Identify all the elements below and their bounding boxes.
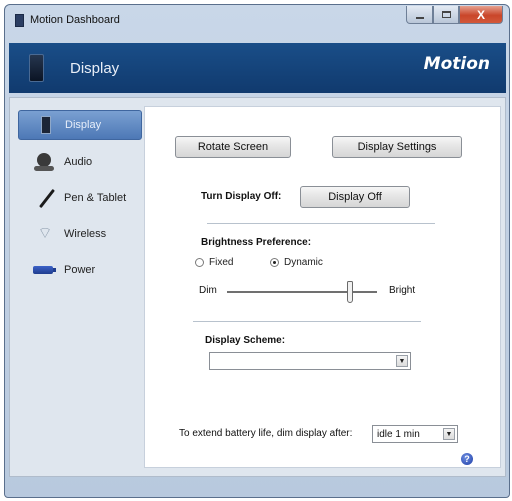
slider-dim-label: Dim: [199, 285, 217, 296]
brightness-slider-thumb[interactable]: [347, 281, 353, 303]
chevron-down-icon: ▼: [443, 428, 455, 440]
pen-icon: [32, 188, 58, 209]
minimize-icon: [415, 16, 424, 19]
radio-dynamic[interactable]: Dynamic: [270, 257, 323, 268]
title-bar: Motion Dashboard X: [5, 5, 509, 35]
radio-dynamic-indicator: [270, 258, 279, 267]
sidebar-item-power[interactable]: Power: [18, 252, 142, 288]
maximize-icon: [441, 11, 451, 18]
audio-icon: [32, 152, 58, 172]
display-off-button[interactable]: Display Off: [300, 186, 410, 208]
window-title: Motion Dashboard: [30, 14, 120, 26]
app-window: Motion Dashboard X Display Motion Displa…: [4, 4, 510, 498]
radio-fixed-indicator: [195, 258, 204, 267]
sidebar-item-label: Pen & Tablet: [64, 192, 127, 204]
display-scheme-label: Display Scheme:: [205, 335, 286, 346]
motion-logo: Motion: [423, 54, 490, 74]
chevron-down-icon: ▼: [396, 355, 408, 367]
sidebar-item-wireless[interactable]: ⌔ Wireless: [18, 216, 142, 252]
rotate-screen-button[interactable]: Rotate Screen: [175, 136, 291, 158]
display-scheme-select[interactable]: ▼: [209, 352, 411, 370]
battery-icon: [32, 260, 58, 280]
brightness-slider-track[interactable]: [227, 291, 377, 293]
help-icon[interactable]: ?: [461, 453, 473, 465]
display-settings-button[interactable]: Display Settings: [332, 136, 462, 158]
sidebar-item-audio[interactable]: Audio: [18, 144, 142, 180]
sidebar-item-label: Wireless: [64, 228, 107, 240]
battery-dim-select[interactable]: idle 1 min ▼: [372, 425, 458, 443]
close-button[interactable]: X: [459, 6, 503, 24]
radio-fixed[interactable]: Fixed: [195, 257, 233, 268]
app-icon: [15, 13, 24, 27]
maximize-button[interactable]: [433, 6, 459, 24]
wireless-icon: ⌔: [37, 225, 53, 242]
display-settings-panel: Rotate Screen Display Settings Turn Disp…: [144, 106, 501, 468]
divider: [207, 223, 435, 224]
minimize-button[interactable]: [406, 6, 433, 24]
slider-bright-label: Bright: [389, 285, 416, 296]
sidebar: Display Audio Pen & Tablet ⌔ Wireless Po…: [18, 110, 142, 288]
display-header-icon: [29, 54, 44, 82]
display-icon: [33, 115, 59, 135]
battery-dim-label: To extend battery life, dim display afte…: [179, 428, 353, 439]
window-controls: X: [406, 6, 503, 24]
content-area: Display Audio Pen & Tablet ⌔ Wireless Po…: [9, 97, 506, 477]
sidebar-item-label: Display: [65, 119, 102, 131]
close-icon: X: [476, 7, 485, 22]
sidebar-item-label: Power: [64, 264, 96, 276]
brightness-preference-label: Brightness Preference:: [201, 237, 312, 248]
sidebar-item-label: Audio: [64, 156, 93, 168]
sidebar-item-display[interactable]: Display: [18, 110, 142, 140]
battery-dim-value: idle 1 min: [377, 428, 420, 440]
turn-display-off-label: Turn Display Off:: [201, 191, 282, 202]
radio-fixed-label: Fixed: [209, 257, 234, 268]
sidebar-item-pen-tablet[interactable]: Pen & Tablet: [18, 180, 142, 216]
divider: [193, 321, 421, 322]
radio-dynamic-label: Dynamic: [284, 257, 323, 268]
page-title: Display: [70, 59, 120, 77]
header-banner: Display Motion: [9, 43, 506, 93]
